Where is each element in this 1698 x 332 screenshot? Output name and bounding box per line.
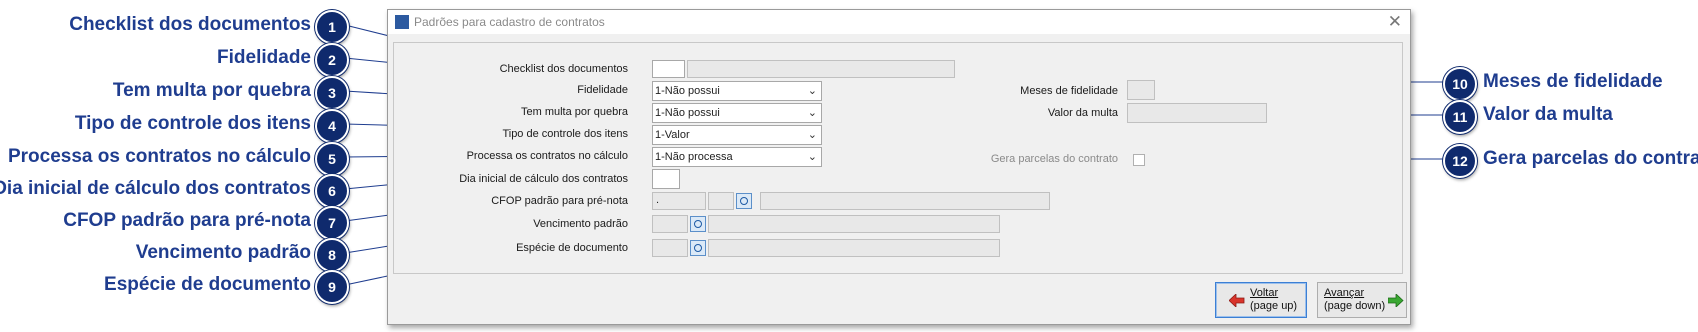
chevron-down-icon: ⌄: [807, 151, 817, 163]
especie-lookup-icon[interactable]: [690, 240, 706, 256]
cfop-code-field[interactable]: .: [652, 192, 706, 210]
voltar-label: Voltar: [1250, 287, 1279, 299]
valor-multa-input[interactable]: [1127, 103, 1267, 123]
voltar-shortcut: (page up): [1250, 300, 1298, 312]
vencimento-code-field[interactable]: [652, 215, 688, 233]
avancar-button[interactable]: Avançar (page down): [1317, 282, 1407, 318]
title-bar: Padrões para cadastro de contratos ✕: [388, 10, 1410, 34]
avancar-shortcut: (page down): [1324, 300, 1386, 312]
vencimento-label: Vencimento padrão: [533, 218, 628, 230]
tipo-controle-value: 1-Valor: [655, 129, 690, 141]
gera-parcelas-label: Gera parcelas do contrato: [990, 153, 1118, 165]
voltar-button[interactable]: Voltar (page up): [1215, 282, 1307, 318]
chevron-down-icon: ⌄: [807, 107, 817, 119]
cfop-code-value: .: [656, 194, 660, 206]
callout-label-dia: Dia inicial de cálculo dos contratos: [0, 178, 311, 199]
especie-label: Espécie de documento: [516, 242, 628, 254]
meses-fidelidade-input[interactable]: [1127, 80, 1155, 100]
tipo-controle-label: Tipo de controle dos itens: [502, 128, 628, 140]
callout-badge-7: 7: [315, 206, 349, 240]
window-title: Padrões para cadastro de contratos: [414, 15, 605, 29]
callout-label-cfop: CFOP padrão para pré-nota: [63, 210, 311, 231]
callout-label-especie: Espécie de documento: [104, 274, 311, 295]
gera-parcelas-checkbox[interactable]: [1133, 154, 1145, 166]
dia-inicial-label: Dia inicial de cálculo dos contratos: [459, 173, 628, 185]
processa-select[interactable]: 1-Não processa ⌄: [652, 147, 822, 167]
callout-badge-1: 1: [315, 10, 349, 44]
callout-label-fidelidade: Fidelidade: [217, 47, 311, 68]
callout-badge-10: 10: [1443, 67, 1477, 101]
fidelidade-value: 1-Não possui: [655, 85, 720, 97]
checklist-desc-field: [687, 60, 955, 78]
tipo-controle-select[interactable]: 1-Valor ⌄: [652, 125, 822, 145]
callout-label-vencimento: Vencimento padrão: [135, 242, 311, 263]
cfop-seq-field[interactable]: [708, 192, 734, 210]
especie-code-field[interactable]: [652, 239, 688, 257]
vencimento-lookup-icon[interactable]: [690, 216, 706, 232]
chevron-down-icon: ⌄: [807, 85, 817, 97]
processa-value: 1-Não processa: [655, 151, 733, 163]
callout-badge-9: 9: [315, 270, 349, 304]
callout-label-meses: Meses de fidelidade: [1483, 71, 1663, 92]
checklist-code-input[interactable]: [652, 60, 685, 78]
callout-label-gera-parcelas: Gera parcelas do contrato: [1483, 148, 1698, 169]
fidelidade-select[interactable]: 1-Não possui ⌄: [652, 81, 822, 101]
app-icon: [395, 15, 409, 29]
cfop-lookup-icon[interactable]: [736, 193, 752, 209]
arrow-left-icon: [1229, 294, 1245, 307]
close-button[interactable]: ✕: [1388, 12, 1402, 32]
meses-fidelidade-label: Meses de fidelidade: [1020, 85, 1118, 97]
especie-desc-field: [708, 239, 1000, 257]
callout-label-processa: Processa os contratos no cálculo: [7, 146, 311, 167]
multa-select[interactable]: 1-Não possui ⌄: [652, 103, 822, 123]
checklist-label: Checklist dos documentos: [499, 63, 628, 75]
dia-inicial-input[interactable]: [652, 169, 680, 189]
callout-badge-2: 2: [315, 43, 349, 77]
callout-badge-4: 4: [315, 109, 349, 143]
processa-label: Processa os contratos no cálculo: [466, 150, 628, 162]
dialog-window: Padrões para cadastro de contratos ✕ Che…: [387, 9, 1411, 325]
callout-badge-8: 8: [315, 238, 349, 272]
callout-badge-11: 11: [1443, 100, 1477, 134]
callout-label-checklist: Checklist dos documentos: [69, 14, 311, 35]
callout-badge-5: 5: [315, 142, 349, 176]
callout-badge-6: 6: [315, 174, 349, 208]
cfop-desc-field: [760, 192, 1050, 210]
cfop-label: CFOP padrão para pré-nota: [491, 195, 628, 207]
chevron-down-icon: ⌄: [807, 129, 817, 141]
valor-multa-label: Valor da multa: [1047, 107, 1118, 119]
multa-label: Tem multa por quebra: [521, 106, 628, 118]
multa-value: 1-Não possui: [655, 107, 720, 119]
callout-badge-12: 12: [1443, 144, 1477, 178]
fidelidade-label: Fidelidade: [577, 84, 628, 96]
avancar-label: Avançar: [1324, 287, 1365, 299]
callout-label-valor-multa: Valor da multa: [1483, 104, 1613, 125]
vencimento-desc-field: [708, 215, 1000, 233]
arrow-right-icon: [1388, 294, 1404, 307]
callout-label-multa: Tem multa por quebra: [112, 80, 311, 101]
callout-badge-3: 3: [315, 76, 349, 110]
callout-label-tipo: Tipo de controle dos itens: [74, 113, 311, 134]
